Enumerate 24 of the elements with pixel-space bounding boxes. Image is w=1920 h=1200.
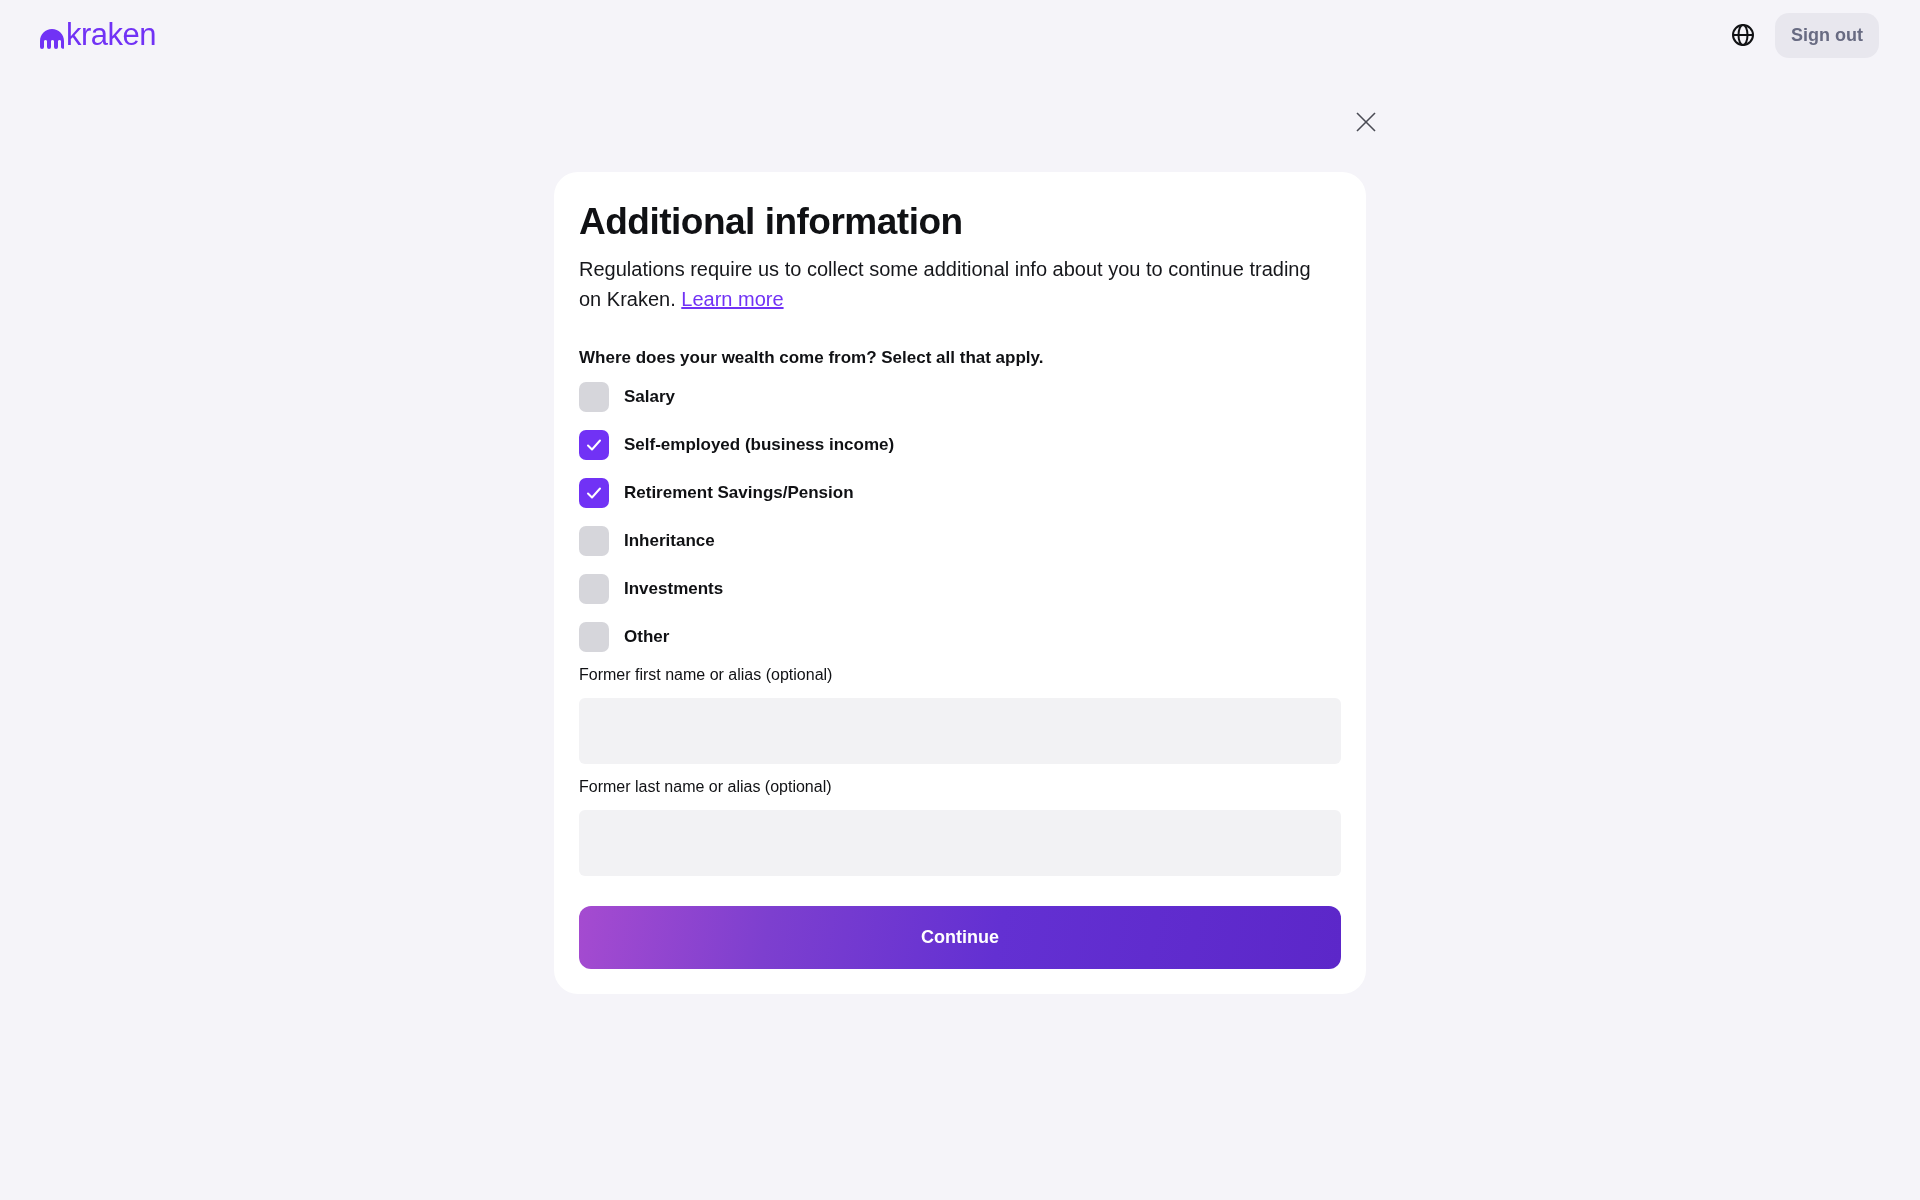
logo-wordmark[interactable]: kraken <box>66 21 157 49</box>
checkbox[interactable] <box>579 526 609 556</box>
checkbox[interactable] <box>579 478 609 508</box>
checkbox-label[interactable]: Self-employed (business income) <box>624 435 895 455</box>
question-label: Where does your wealth come from? Select all that apply. <box>579 348 1045 368</box>
checkbox-label[interactable]: Inheritance <box>624 531 715 551</box>
checkbox[interactable] <box>579 622 609 652</box>
checkbox[interactable] <box>579 382 609 412</box>
field-label: Former first name or alias (optional) <box>579 666 834 684</box>
continue-button[interactable]: Continue <box>579 906 1341 969</box>
form-description: Regulations require us to collect some additional info about you to continue trading on Kraken. Learn more <box>579 257 1312 312</box>
learn-more-link[interactable]: Learn more <box>681 288 784 310</box>
checkbox-label[interactable]: Salary <box>624 387 676 407</box>
checkbox[interactable] <box>579 574 609 604</box>
form-title: Additional information <box>579 200 964 244</box>
field-label: Former last name or alias (optional) <box>579 778 833 796</box>
checkbox[interactable] <box>579 430 609 460</box>
kraken-logo-icon <box>40 29 64 49</box>
checkbox-label[interactable]: Other <box>624 627 670 647</box>
checkbox-label[interactable]: Investments <box>624 579 724 599</box>
globe-icon[interactable] <box>1731 23 1755 47</box>
close-icon[interactable] <box>1356 112 1376 132</box>
sign-out-button[interactable]: Sign out <box>1775 12 1879 58</box>
checkbox-label[interactable]: Retirement Savings/Pension <box>624 483 854 503</box>
